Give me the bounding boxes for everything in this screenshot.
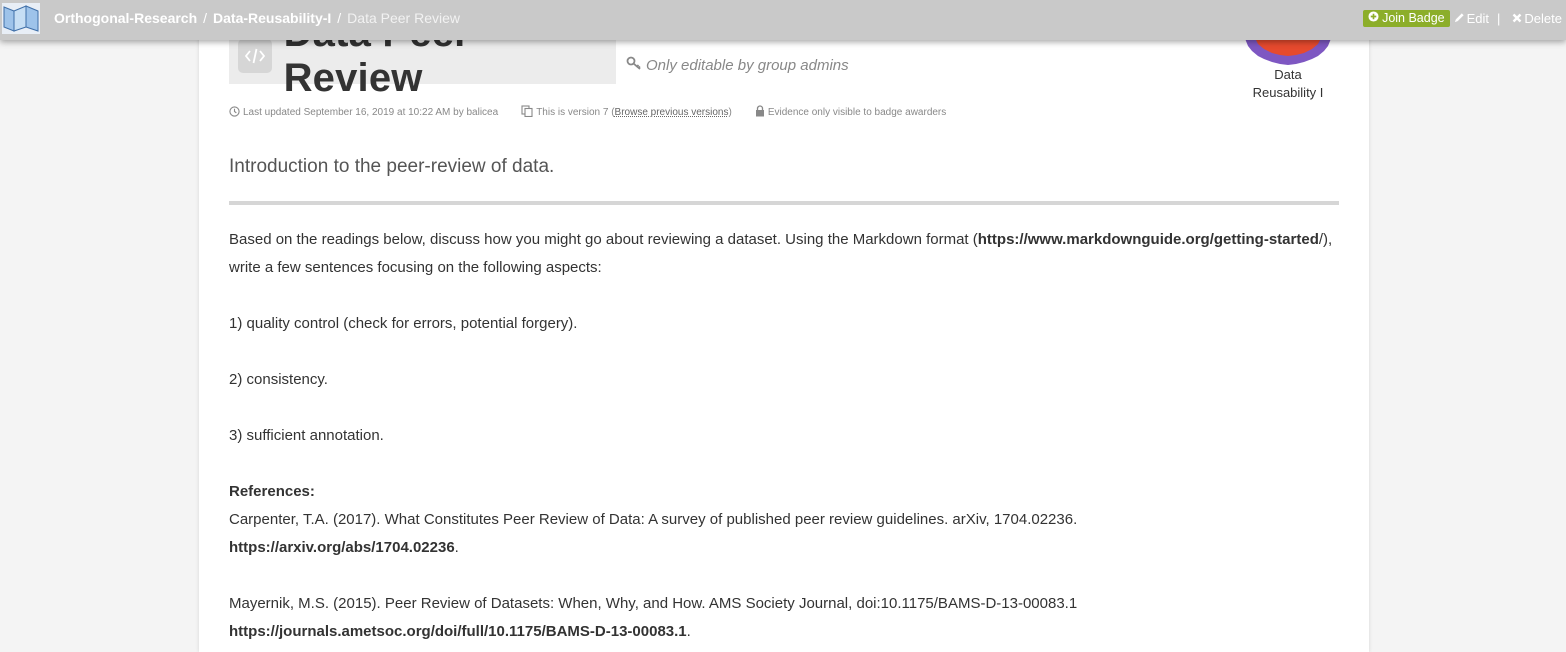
instructions-text: Based on the readings below, discuss how… — [229, 231, 978, 248]
actions-separator: | — [1497, 11, 1501, 26]
last-updated: Last updated September 16, 2019 at 10:22… — [229, 105, 499, 120]
reference-2-link[interactable]: https://journals.ametsoc.org/doi/full/10… — [229, 623, 687, 640]
badge-image[interactable] — [1244, 36, 1332, 66]
aspect-item-2: 2) consistency. — [229, 371, 328, 388]
markdown-guide-link[interactable]: https://www.markdownguide.org/getting-st… — [978, 231, 1319, 248]
reference-2-text: Mayernik, M.S. (2015). Peer Review of Da… — [229, 595, 1078, 612]
top-navigation-bar: Orthogonal-Research / Data-Reusability-I / D… — [0, 0, 1566, 40]
version-text: This is version 7 ( — [536, 107, 615, 118]
join-badge-button[interactable]: Join Badge — [1363, 10, 1450, 27]
aspect-item-1: 1) quality control (check for errors, po… — [229, 315, 578, 332]
times-icon — [1512, 11, 1522, 26]
breadcrumb-link-badge[interactable]: Data-Reusability-I — [213, 10, 331, 26]
references-heading: References: — [229, 478, 1339, 506]
editable-note: Only editable by group admins — [626, 56, 849, 74]
aspect-item-3: 3) sufficient annotation. — [229, 427, 384, 444]
last-updated-text: Last updated September 16, 2019 at 10:22… — [243, 107, 499, 118]
breadcrumb-link-group[interactable]: Orthogonal-Research — [54, 10, 197, 26]
code-icon — [238, 39, 272, 73]
reference-1-link-line: https://arxiv.org/abs/1704.02236. — [229, 534, 1339, 562]
period: . — [686, 623, 691, 640]
version-suffix: ) — [728, 107, 732, 118]
breadcrumb-separator: / — [203, 10, 208, 26]
reference-2-link-line: https://journals.ametsoc.org/doi/full/10… — [229, 618, 1339, 646]
period: . — [454, 539, 459, 556]
plus-circle-icon — [1368, 11, 1379, 25]
divider — [229, 201, 1339, 205]
browse-versions-link[interactable]: Browse previous versions — [615, 107, 729, 118]
copy-icon — [521, 105, 533, 120]
edit-button[interactable]: Edit — [1454, 11, 1489, 26]
pencil-icon — [1454, 11, 1465, 26]
version-info: This is version 7 (Browse previous versi… — [521, 105, 732, 120]
delete-label: Delete — [1524, 11, 1562, 26]
meta-info: Last updated September 16, 2019 at 10:22… — [229, 105, 969, 120]
breadcrumb-separator: / — [337, 10, 342, 26]
edit-label: Edit — [1466, 11, 1490, 26]
instructions-paragraph: Based on the readings below, discuss how… — [229, 226, 1339, 282]
page-body: Based on the readings below, discuss how… — [229, 226, 1339, 646]
badge-caption[interactable]: Data Reusability I — [1244, 66, 1332, 102]
key-icon — [626, 56, 642, 74]
editable-note-text: Only editable by group admins — [646, 56, 849, 74]
lock-icon — [755, 105, 765, 120]
reference-1-text: Carpenter, T.A. (2017). What Constitutes… — [229, 511, 1078, 528]
page-actions: Join Badge Edit | Delete — [1363, 10, 1562, 27]
reference-1-link[interactable]: https://arxiv.org/abs/1704.02236 — [229, 539, 455, 556]
breadcrumb-current: Data Peer Review — [347, 10, 460, 26]
references-label: References: — [229, 483, 315, 500]
evidence-visibility: Evidence only visible to badge awarders — [755, 105, 946, 120]
logo-icon[interactable] — [2, 3, 40, 34]
evidence-text: Evidence only visible to badge awarders — [767, 107, 947, 118]
page-intro: Introduction to the peer-review of data. — [229, 156, 555, 177]
breadcrumb: Orthogonal-Research / Data-Reusability-I / D… — [54, 10, 460, 26]
clock-icon — [229, 105, 240, 120]
join-badge-label: Join Badge — [1382, 11, 1445, 25]
delete-button[interactable]: Delete — [1512, 11, 1562, 26]
